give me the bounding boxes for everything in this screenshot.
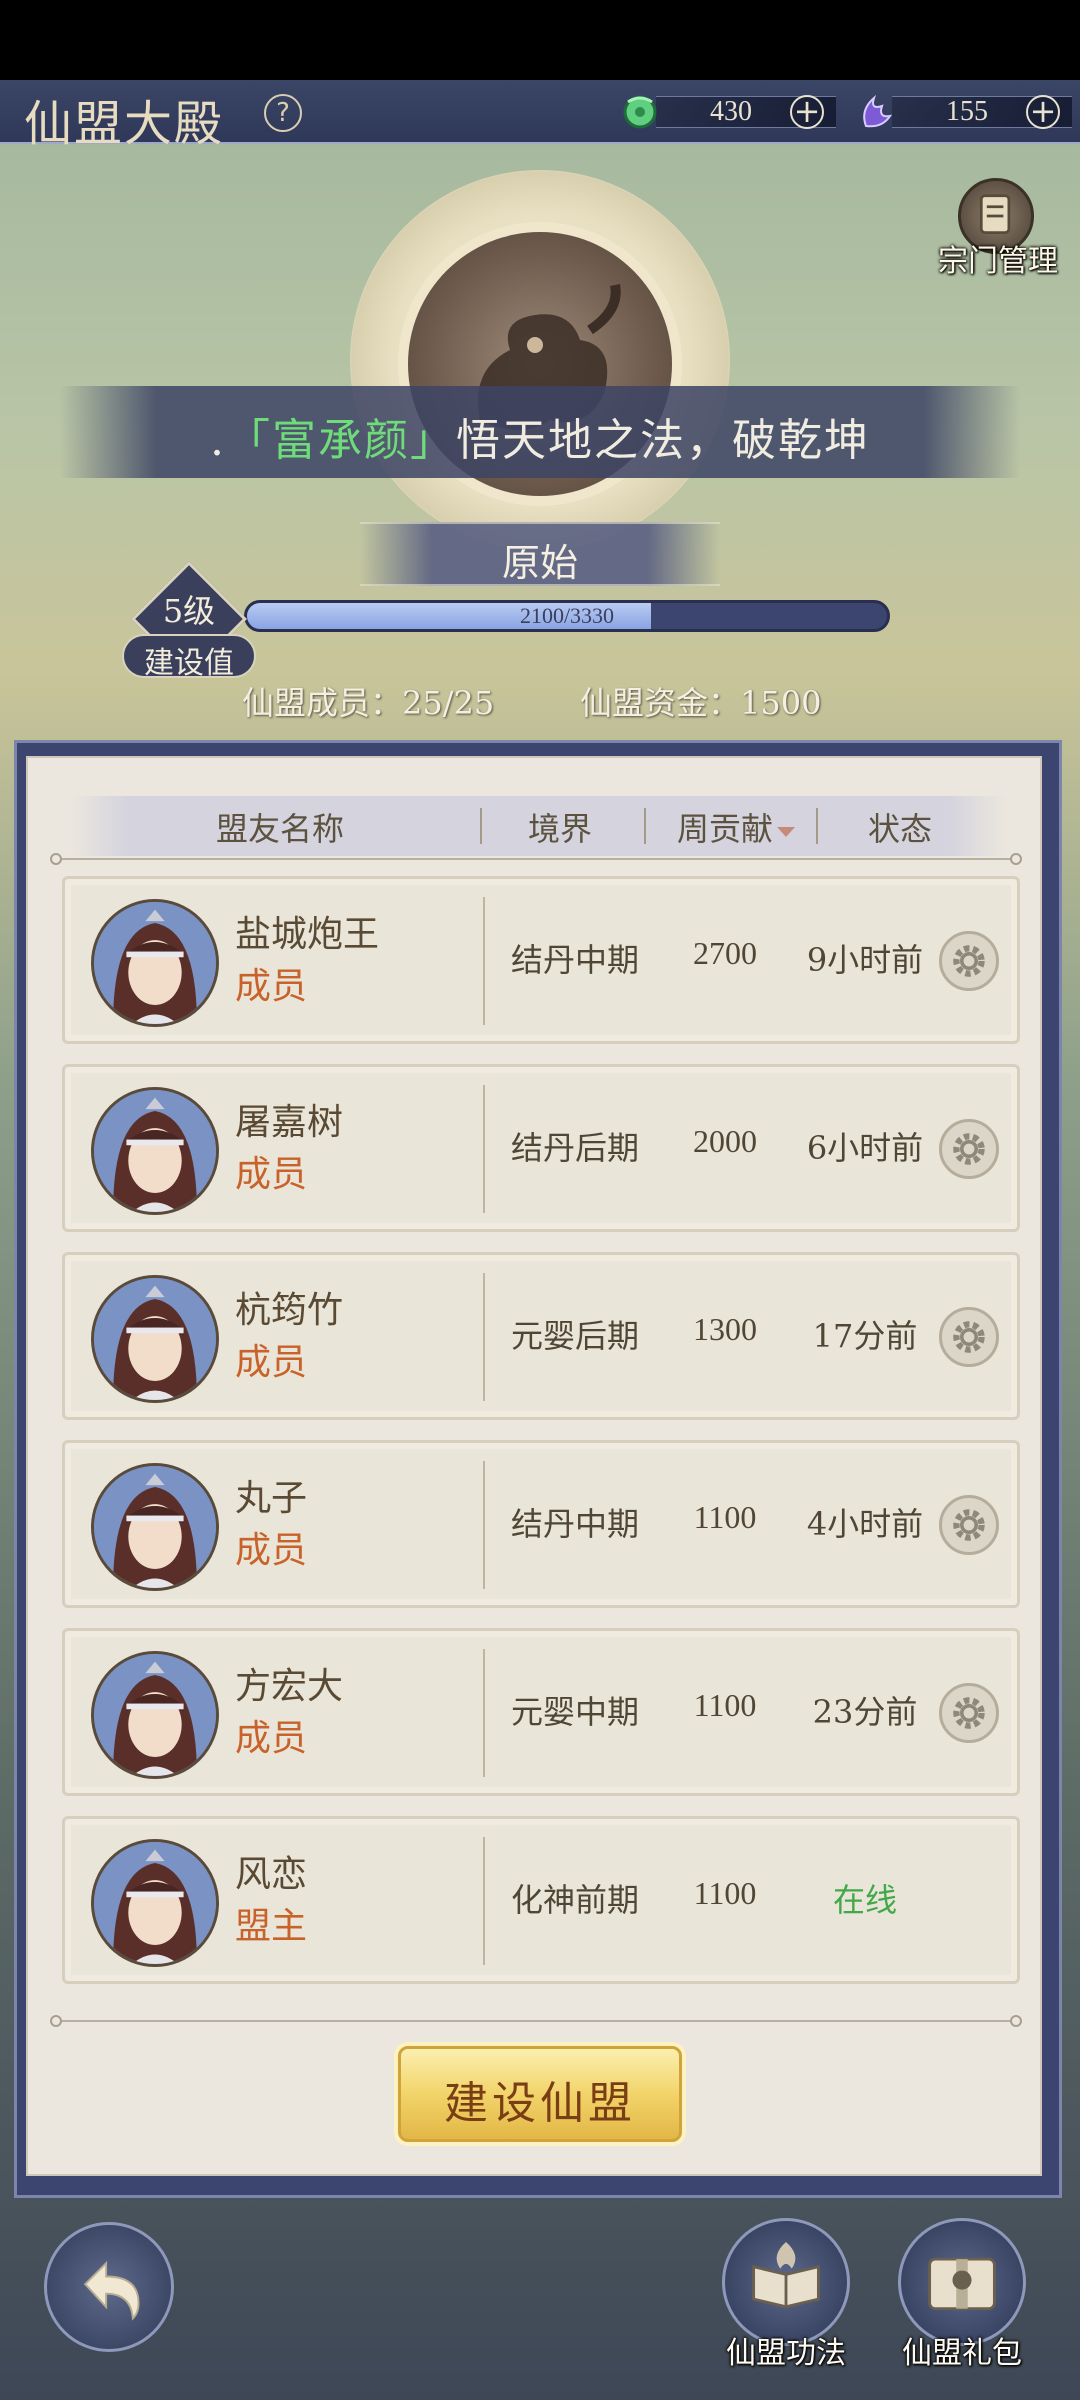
member-contribution: 1100 [693, 1499, 757, 1535]
member-contribution: 2700 [693, 935, 757, 971]
member-contribution: 1100 [693, 1875, 757, 1911]
avatar[interactable] [91, 1463, 219, 1591]
avatar[interactable] [91, 1087, 219, 1215]
sect-technique-label: 仙盟功法 [726, 2336, 846, 2371]
member-name: 丸子 [235, 1478, 308, 1519]
member-settings-button[interactable] [939, 1495, 999, 1555]
avatar[interactable] [91, 899, 219, 1027]
build-progress-text: 2100/3330 [519, 603, 615, 628]
member-name: 盐城炮王 [235, 914, 380, 955]
member-row[interactable]: 屠嘉树成员 结丹后期 2000 6小时前 [62, 1064, 1020, 1232]
sect-rank-plate: 原始 [360, 522, 720, 586]
gear-icon [953, 1321, 985, 1353]
member-status: 17分前 [812, 1317, 918, 1355]
spirit-crystal-icon [863, 94, 893, 128]
sect-funds: 仙盟资金：1500 [580, 684, 822, 722]
top-bar: 仙盟大殿 ? 430 + 155 + [0, 80, 1080, 152]
member-row[interactable]: 杭筠竹成员 元婴后期 1300 17分前 [62, 1252, 1020, 1420]
member-row[interactable]: 盐城炮王成员 结丹中期 2700 9小时前 [62, 876, 1020, 1044]
sect-gift-label: 仙盟礼包 [902, 2336, 1022, 2371]
build-sect-button[interactable]: 建设仙盟 [398, 2046, 682, 2142]
help-icon[interactable]: ? [264, 94, 302, 132]
member-role: 盟主 [235, 1906, 308, 1947]
back-arrow-icon [83, 2260, 140, 2321]
table-header: 盟友名称 境界 周贡献 状态 [70, 796, 1006, 856]
build-value-label: 建设值 [144, 646, 234, 681]
sect-gift-button[interactable]: 仙盟礼包 [892, 2218, 1032, 2388]
member-row[interactable]: 丸子成员 结丹中期 1100 4小时前 [62, 1440, 1020, 1608]
member-role: 成员 [235, 1342, 308, 1383]
sect-manage-label: 宗门管理 [938, 244, 1058, 279]
crystal-count: 155 [946, 96, 988, 127]
member-realm: 元婴中期 [510, 1693, 639, 1731]
member-role: 成员 [235, 1154, 308, 1195]
divider [56, 858, 1016, 860]
gear-icon [953, 945, 985, 977]
sect-technique-button[interactable]: 仙盟功法 [716, 2218, 856, 2388]
build-value-tag: 建设值 [122, 634, 256, 681]
member-role: 成员 [235, 1718, 308, 1759]
member-realm: 元婴后期 [510, 1317, 639, 1355]
member-status: 6小时前 [806, 1129, 924, 1167]
member-row[interactable]: 方宏大成员 元婴中期 1100 23分前 [62, 1628, 1020, 1796]
avatar[interactable] [91, 1839, 219, 1967]
member-realm: 结丹后期 [510, 1129, 639, 1167]
avatar[interactable] [91, 1275, 219, 1403]
member-row[interactable]: 风恋盟主 化神前期 1100 在线 [62, 1816, 1020, 1984]
member-role: 成员 [235, 966, 308, 1007]
sect-rank: 原始 [501, 541, 578, 585]
member-settings-button[interactable] [939, 931, 999, 991]
header-realm: 境界 [527, 810, 592, 848]
sect-stats: 仙盟成员：25/25 仙盟资金：1500 [0, 678, 1080, 728]
member-count: 仙盟成员：25/25 [242, 684, 495, 722]
jade-count: 430 [710, 96, 752, 127]
member-settings-button[interactable] [939, 1119, 999, 1179]
announcement-banner: .「富承颜」悟天地之法，破乾坤 [60, 386, 1020, 478]
member-status: 在线 [832, 1881, 897, 1919]
status-bar [0, 0, 1080, 80]
header-name: 盟友名称 [215, 810, 344, 848]
member-realm: 结丹中期 [510, 1505, 639, 1543]
member-name: 方宏大 [235, 1666, 344, 1707]
member-role: 成员 [235, 1530, 308, 1571]
member-name: 风恋 [235, 1854, 308, 1895]
back-button[interactable] [44, 2222, 174, 2352]
member-contribution: 2000 [693, 1123, 757, 1159]
leader-name: 富承颜 [272, 415, 410, 466]
add-jade-button[interactable]: + [790, 95, 824, 129]
gear-icon [953, 1509, 985, 1541]
member-name: 屠嘉树 [235, 1102, 344, 1143]
sect-level: 5级 [162, 592, 216, 630]
gear-icon [953, 1133, 985, 1165]
member-realm: 化神前期 [510, 1881, 639, 1919]
member-contribution: 1100 [693, 1687, 757, 1723]
member-name: 杭筠竹 [235, 1290, 344, 1331]
member-status: 4小时前 [806, 1505, 924, 1543]
divider [56, 2020, 1016, 2022]
member-realm: 结丹中期 [510, 941, 639, 979]
jade-icon [623, 95, 657, 129]
announcement-message: 悟天地之法，破乾坤 [456, 415, 870, 466]
gear-icon [953, 1697, 985, 1729]
build-progress-bar: 2100/3330 [244, 600, 890, 632]
member-settings-button[interactable] [939, 1307, 999, 1367]
sect-manage-button[interactable]: 宗门管理 [928, 176, 1068, 286]
page-title: 仙盟大殿 [24, 96, 225, 152]
technique-book-icon [722, 2218, 850, 2346]
sort-desc-icon [777, 826, 795, 837]
header-contribution[interactable]: 周贡献 [666, 804, 806, 850]
announcement-text: .「富承颜」悟天地之法，破乾坤 [210, 415, 870, 466]
header-status: 状态 [867, 810, 932, 848]
add-crystal-button[interactable]: + [1026, 95, 1060, 129]
avatar[interactable] [91, 1651, 219, 1779]
member-settings-button[interactable] [939, 1683, 999, 1743]
member-status: 9小时前 [806, 941, 924, 979]
gift-pack-icon [898, 2218, 1026, 2346]
member-contribution: 1300 [693, 1311, 757, 1347]
member-status: 23分前 [812, 1693, 918, 1731]
